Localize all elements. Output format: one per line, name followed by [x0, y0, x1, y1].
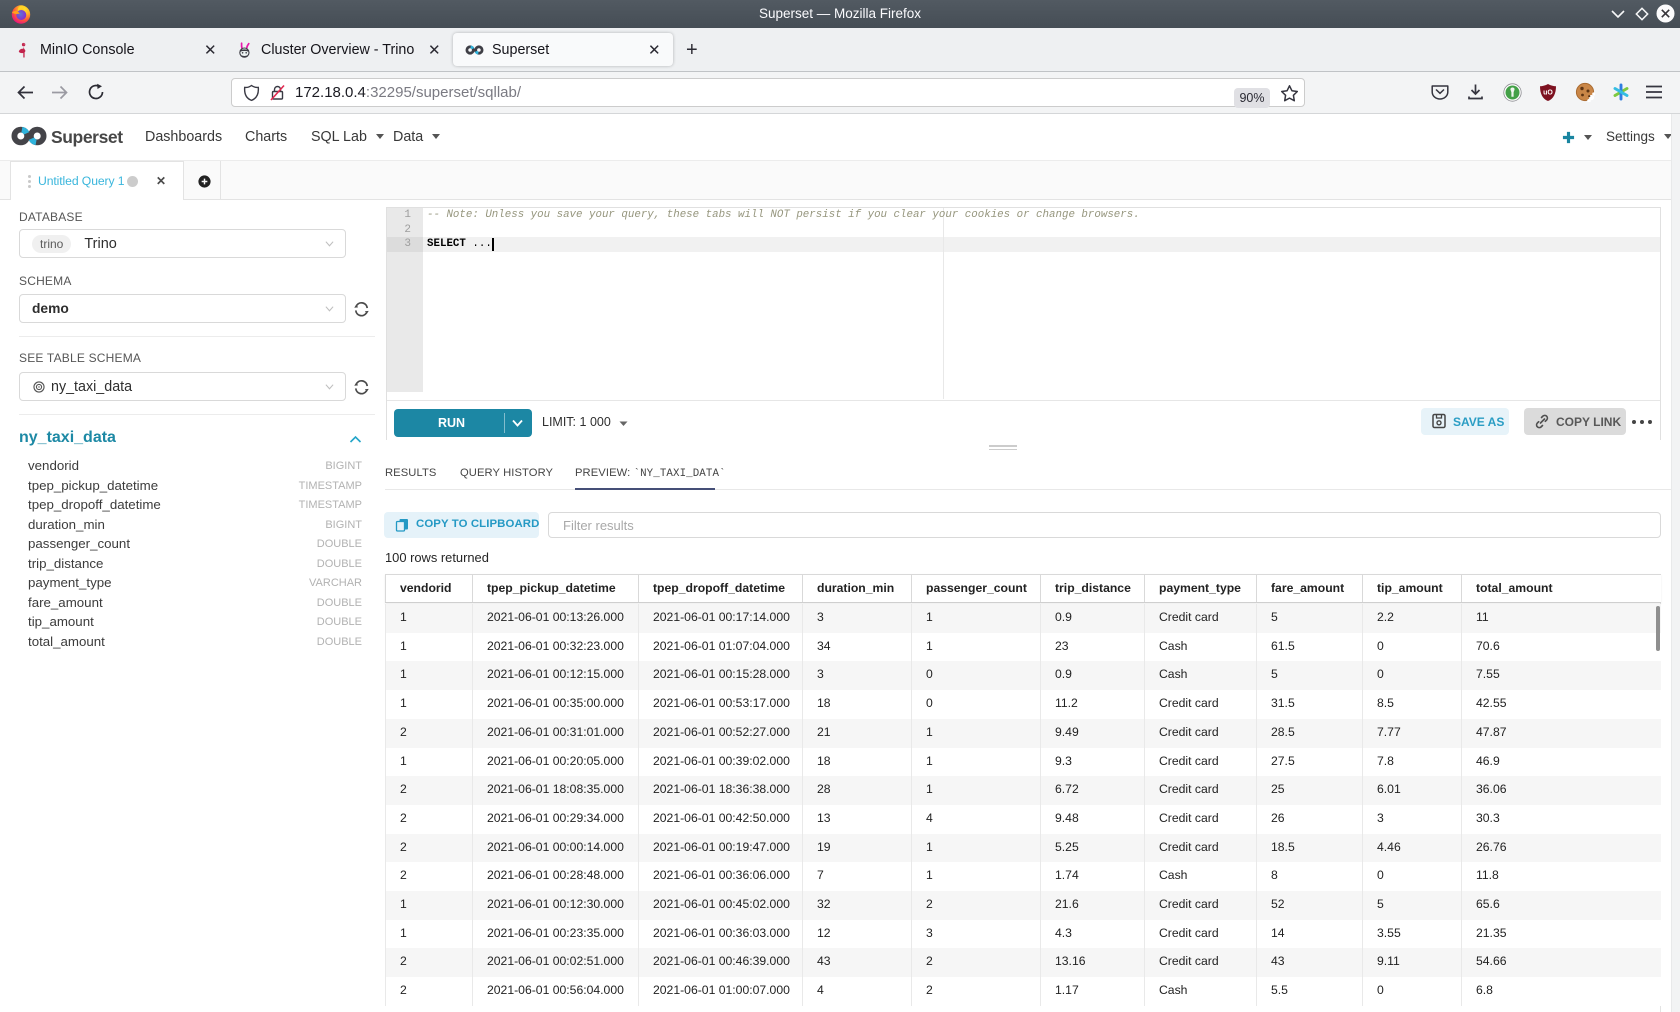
svg-text:uO: uO [1543, 90, 1553, 97]
